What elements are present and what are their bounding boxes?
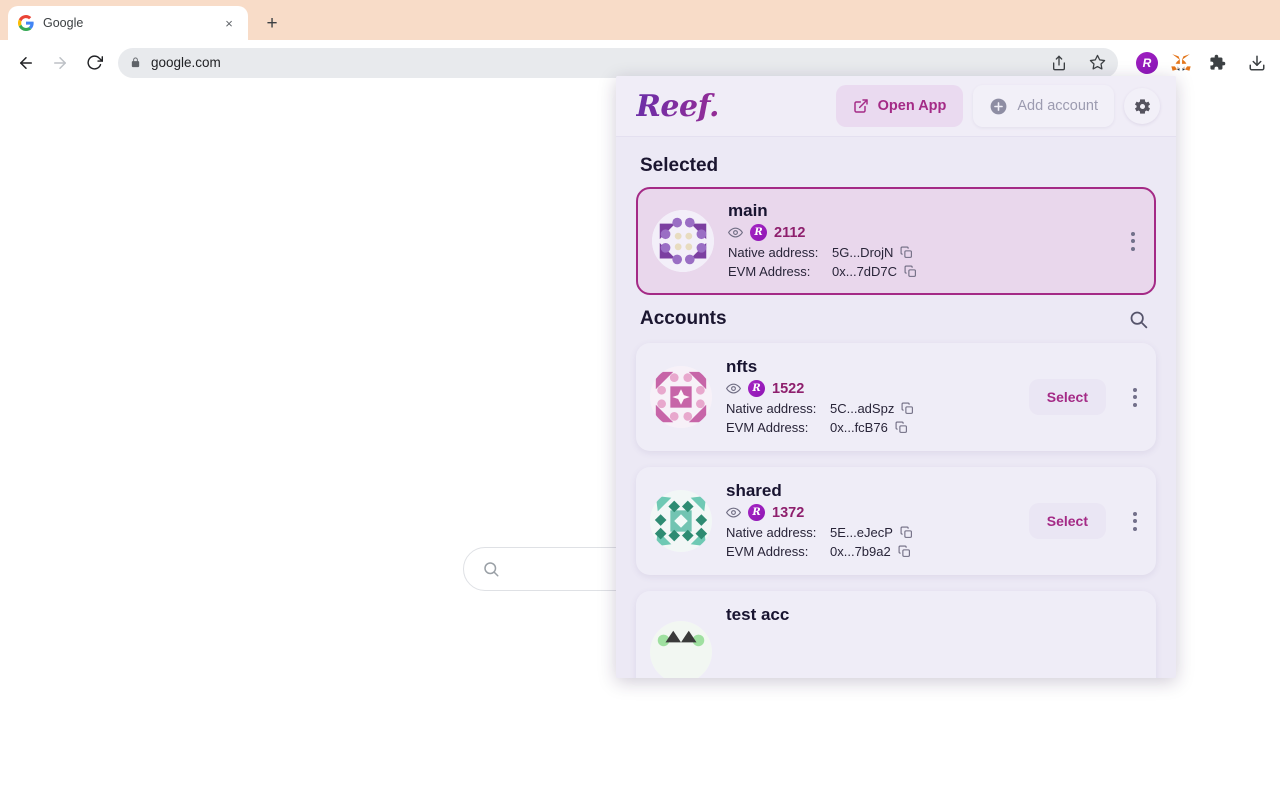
reload-icon[interactable]: [78, 47, 110, 79]
account-name: nfts: [726, 357, 1015, 377]
address-bar[interactable]: google.com: [118, 48, 1118, 78]
evm-address-row: EVM Address: 0x...7dD7C: [728, 262, 1108, 281]
close-icon[interactable]: ×: [220, 14, 238, 32]
copy-icon[interactable]: [895, 421, 908, 434]
tab-title: Google: [43, 16, 211, 30]
accounts-section-header: Accounts: [636, 295, 1156, 343]
forward-icon[interactable]: [44, 47, 76, 79]
spacer: [636, 451, 1156, 467]
native-address-value: 5E...eJecP: [830, 523, 893, 542]
reef-extension-icon[interactable]: R: [1136, 52, 1158, 74]
downloads-icon[interactable]: [1244, 50, 1270, 76]
balance-value: 2112: [774, 225, 805, 241]
open-app-label: Open App: [878, 98, 947, 114]
search-icon[interactable]: [1124, 305, 1152, 333]
select-button[interactable]: Select: [1029, 503, 1106, 539]
tab-strip: Google × +: [0, 0, 1280, 40]
url-text: google.com: [151, 55, 221, 70]
new-tab-button[interactable]: +: [258, 9, 286, 37]
eye-icon[interactable]: [728, 225, 743, 240]
lock-icon: [130, 56, 141, 69]
bookmark-star-icon[interactable]: [1084, 50, 1110, 76]
account-card-test-acc[interactable]: test acc: [636, 591, 1156, 678]
reef-extension-popup: Reef. Open App Add account Selected: [616, 76, 1176, 678]
native-address-row: Native address: 5E...eJecP: [726, 523, 1015, 542]
copy-icon[interactable]: [900, 526, 913, 539]
evm-address-label: EVM Address:: [726, 542, 830, 561]
account-name: main: [728, 201, 1108, 221]
account-info: main R 2112 Native address: 5G...DrojN: [728, 201, 1108, 281]
search-icon: [482, 560, 500, 578]
account-card-shared[interactable]: shared R 1372 Native address: 5E...eJecP: [636, 467, 1156, 575]
extension-icons-group: R: [1130, 48, 1236, 78]
eye-icon[interactable]: [726, 381, 741, 396]
account-name: test acc: [726, 605, 1146, 625]
selected-account-card[interactable]: main R 2112 Native address: 5G...DrojN: [636, 187, 1156, 295]
copy-icon[interactable]: [898, 545, 911, 558]
add-account-button[interactable]: Add account: [973, 85, 1114, 127]
add-account-label: Add account: [1017, 98, 1098, 114]
selected-section-title: Selected: [636, 137, 1156, 187]
account-card-nfts[interactable]: nfts R 1522 Native address: 5C...adSpz: [636, 343, 1156, 451]
balance-row: R 2112: [728, 224, 1108, 241]
native-address-row: Native address: 5C...adSpz: [726, 399, 1015, 418]
native-address-label: Native address:: [728, 243, 832, 262]
account-info: shared R 1372 Native address: 5E...eJecP: [726, 481, 1015, 561]
select-button[interactable]: Select: [1029, 379, 1106, 415]
metamask-fox-icon[interactable]: [1168, 50, 1194, 76]
account-identicon: [650, 621, 712, 678]
open-app-button[interactable]: Open App: [836, 85, 964, 127]
back-icon[interactable]: [10, 47, 42, 79]
evm-address-row: EVM Address: 0x...fcB76: [726, 418, 1015, 437]
native-address-label: Native address:: [726, 523, 830, 542]
reef-token-icon: R: [748, 504, 765, 521]
balance-row: R 1522: [726, 380, 1015, 397]
popup-header: Reef. Open App Add account: [616, 76, 1176, 137]
native-address-value: 5C...adSpz: [830, 399, 894, 418]
account-name: shared: [726, 481, 1015, 501]
account-identicon: [652, 210, 714, 272]
balance-value: 1522: [772, 381, 804, 397]
copy-icon[interactable]: [904, 265, 917, 278]
browser-tab-google[interactable]: Google ×: [8, 6, 248, 40]
balance-row: R 1372: [726, 504, 1015, 521]
account-identicon: [650, 490, 712, 552]
evm-address-row: EVM Address: 0x...7b9a2: [726, 542, 1015, 561]
evm-address-value: 0x...7b9a2: [830, 542, 891, 561]
reef-token-icon: R: [750, 224, 767, 241]
copy-icon[interactable]: [900, 246, 913, 259]
native-address-label: Native address:: [726, 399, 830, 418]
evm-address-label: EVM Address:: [728, 262, 832, 281]
account-info: nfts R 1522 Native address: 5C...adSpz: [726, 357, 1015, 437]
reef-logo: Reef.: [636, 89, 826, 124]
google-favicon: [18, 15, 34, 31]
native-address-row: Native address: 5G...DrojN: [728, 243, 1108, 262]
account-menu-icon[interactable]: [1124, 384, 1146, 411]
evm-address-value: 0x...7dD7C: [832, 262, 897, 281]
reef-token-icon: R: [748, 380, 765, 397]
share-icon[interactable]: [1046, 50, 1072, 76]
browser-window: Google × + google.com: [0, 0, 1280, 800]
plus-circle-icon: [989, 97, 1008, 116]
extensions-puzzle-icon[interactable]: [1204, 50, 1230, 76]
account-identicon: [650, 366, 712, 428]
native-address-value: 5G...DrojN: [832, 243, 893, 262]
eye-icon[interactable]: [726, 505, 741, 520]
copy-icon[interactable]: [901, 402, 914, 415]
evm-address-value: 0x...fcB76: [830, 418, 888, 437]
gear-icon[interactable]: [1124, 88, 1160, 124]
account-info: test acc: [726, 605, 1146, 628]
external-link-icon: [853, 98, 869, 114]
account-menu-icon[interactable]: [1124, 508, 1146, 535]
accounts-section-title: Accounts: [640, 308, 727, 330]
balance-value: 1372: [772, 505, 804, 521]
popup-body: Selected: [616, 137, 1176, 678]
spacer: [636, 575, 1156, 591]
account-menu-icon[interactable]: [1122, 228, 1144, 255]
evm-address-label: EVM Address:: [726, 418, 830, 437]
